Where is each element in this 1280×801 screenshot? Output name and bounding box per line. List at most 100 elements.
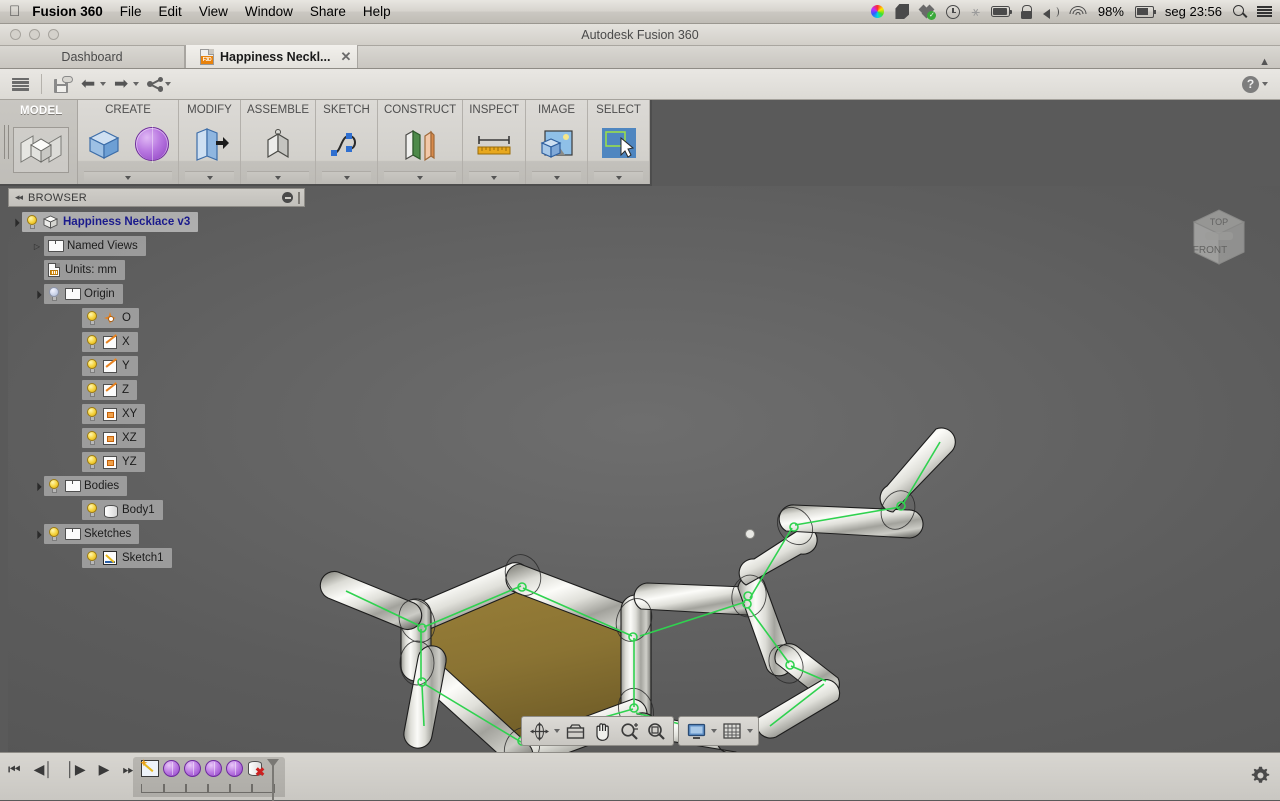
modify-panel-dropdown[interactable] bbox=[185, 171, 234, 184]
tree-item-axis-z[interactable]: Z bbox=[0, 380, 305, 400]
lock-icon[interactable] bbox=[1021, 3, 1032, 21]
apple-logo-icon[interactable]:  bbox=[9, 4, 20, 19]
visibility-bulb-icon[interactable] bbox=[48, 287, 60, 301]
menubar-item-file[interactable]: File bbox=[120, 4, 142, 19]
ribbon-grip-handle[interactable] bbox=[4, 125, 9, 159]
grid-dropdown-caret[interactable] bbox=[747, 729, 753, 733]
display-settings-icon[interactable] bbox=[684, 720, 708, 742]
menubar-app-name[interactable]: Fusion 360 bbox=[32, 4, 103, 19]
bluetooth-icon[interactable]: ⚹ bbox=[971, 3, 979, 21]
redo-arrow-icon[interactable]: ➡ bbox=[110, 75, 143, 94]
visibility-bulb-icon[interactable] bbox=[26, 215, 38, 229]
tree-item-happiness-necklace[interactable]: Happiness Necklace v3 bbox=[0, 212, 305, 232]
display-dropdown-caret[interactable] bbox=[711, 729, 717, 733]
step-back-icon[interactable]: ◀│ bbox=[34, 761, 54, 778]
visibility-bulb-icon[interactable] bbox=[86, 407, 98, 421]
tree-item-sketch1[interactable]: Sketch1 bbox=[0, 548, 305, 568]
sphere-feature-icon[interactable] bbox=[205, 760, 222, 777]
tab-happiness-necklace[interactable]: Happiness Neckl... ✕ bbox=[185, 45, 358, 68]
measure-ruler-icon[interactable] bbox=[474, 124, 514, 164]
tree-item-origin[interactable]: Origin bbox=[0, 284, 305, 304]
orbit-dropdown-caret[interactable] bbox=[554, 729, 560, 733]
tree-item-plane-yz[interactable]: YZ bbox=[0, 452, 305, 472]
sphere-feature-icon[interactable] bbox=[226, 760, 243, 777]
tree-item-plane-xy[interactable]: XY bbox=[0, 404, 305, 424]
sketch-panel-dropdown[interactable] bbox=[322, 171, 371, 184]
timemachine-icon[interactable] bbox=[946, 3, 960, 21]
sphere-feature-icon[interactable] bbox=[163, 760, 180, 777]
visibility-bulb-icon[interactable] bbox=[86, 455, 98, 469]
menubar-item-edit[interactable]: Edit bbox=[159, 4, 182, 19]
timeline-playhead[interactable] bbox=[267, 759, 279, 767]
orbit-icon[interactable] bbox=[527, 720, 551, 742]
look-at-icon[interactable] bbox=[563, 720, 587, 742]
pan-hand-icon[interactable] bbox=[590, 720, 614, 742]
delete-body-feature-icon[interactable]: ✖ bbox=[247, 760, 264, 777]
workspace-selector-model[interactable]: MODEL bbox=[0, 100, 78, 184]
menubar-item-view[interactable]: View bbox=[199, 4, 228, 19]
sphere-primitive-icon[interactable] bbox=[132, 124, 172, 164]
construct-panel-dropdown[interactable] bbox=[384, 171, 456, 184]
visibility-bulb-icon[interactable] bbox=[86, 359, 98, 373]
battery-icon[interactable] bbox=[991, 3, 1010, 21]
browser-resize-grip[interactable] bbox=[298, 192, 300, 204]
tree-item-named-views[interactable]: Named Views bbox=[0, 236, 305, 256]
sketch-feature-icon[interactable]: ✦ bbox=[141, 760, 159, 777]
spotlight-search-icon[interactable] bbox=[1233, 3, 1246, 21]
visibility-bulb-icon[interactable] bbox=[86, 551, 98, 565]
spline-curve-icon[interactable] bbox=[327, 124, 367, 164]
tree-item-body1[interactable]: Body1 bbox=[0, 500, 305, 520]
visibility-bulb-icon[interactable] bbox=[48, 479, 60, 493]
view-cube[interactable]: TOP FRONT bbox=[1180, 200, 1258, 278]
minimize-circle-icon[interactable] bbox=[282, 192, 293, 203]
offset-plane-icon[interactable] bbox=[400, 124, 440, 164]
visibility-bulb-icon[interactable] bbox=[86, 383, 98, 397]
tree-item-axis-y[interactable]: Y bbox=[0, 356, 305, 376]
chevron-up-icon[interactable]: ▲ bbox=[1259, 56, 1270, 68]
notification-center-icon[interactable] bbox=[1257, 3, 1272, 21]
tree-item-axis-x[interactable]: X bbox=[0, 332, 305, 352]
tab-dashboard[interactable]: Dashboard bbox=[0, 45, 185, 68]
save-to-cloud-icon[interactable] bbox=[50, 74, 77, 95]
visibility-bulb-icon[interactable] bbox=[86, 311, 98, 325]
power-adapter-icon[interactable] bbox=[1135, 3, 1154, 21]
expand-arrow-icon[interactable] bbox=[8, 218, 22, 227]
image-panel-dropdown[interactable] bbox=[532, 171, 581, 184]
timeline-settings-gear-icon[interactable] bbox=[1251, 766, 1270, 785]
tree-item-bodies[interactable]: Bodies bbox=[0, 476, 305, 496]
fit-view-icon[interactable] bbox=[644, 720, 668, 742]
step-forward-icon[interactable]: │▶ bbox=[66, 761, 86, 778]
tree-item-units[interactable]: Units: mm bbox=[0, 260, 305, 280]
tree-item-plane-xz[interactable]: XZ bbox=[0, 428, 305, 448]
zoom-magnifier-icon[interactable] bbox=[617, 720, 641, 742]
menubar-item-help[interactable]: Help bbox=[363, 4, 391, 19]
canvas-image-icon[interactable] bbox=[537, 124, 577, 164]
tree-item-sketches[interactable]: Sketches bbox=[0, 524, 305, 544]
visibility-bulb-icon[interactable] bbox=[86, 335, 98, 349]
color-wheel-icon[interactable] bbox=[871, 3, 884, 21]
grid-snap-icon[interactable] bbox=[720, 720, 744, 742]
evernote-icon[interactable] bbox=[895, 3, 909, 21]
visibility-bulb-icon[interactable] bbox=[86, 503, 98, 517]
select-panel-dropdown[interactable] bbox=[594, 171, 643, 184]
visibility-bulb-icon[interactable] bbox=[86, 431, 98, 445]
hamburger-menu-icon[interactable] bbox=[8, 76, 33, 93]
undo-arrow-icon[interactable]: ⬅ bbox=[77, 75, 110, 94]
share-nodes-icon[interactable] bbox=[143, 75, 175, 94]
menubar-clock[interactable]: seg 23:56 bbox=[1165, 4, 1222, 19]
double-chevron-left-icon[interactable]: ◂◂ bbox=[15, 192, 22, 203]
press-pull-icon[interactable] bbox=[190, 124, 230, 164]
box-primitive-icon[interactable] bbox=[84, 124, 124, 164]
dropbox-icon[interactable]: ✓ bbox=[920, 3, 935, 21]
tree-item-origin-point[interactable]: O bbox=[0, 308, 305, 328]
inspect-panel-dropdown[interactable] bbox=[469, 171, 519, 184]
assemble-panel-dropdown[interactable] bbox=[247, 171, 309, 184]
expand-arrow-icon[interactable] bbox=[30, 530, 44, 539]
volume-icon[interactable] bbox=[1043, 3, 1059, 21]
menubar-item-share[interactable]: Share bbox=[310, 4, 346, 19]
close-icon[interactable]: ✕ bbox=[340, 49, 351, 65]
create-panel-dropdown[interactable] bbox=[84, 171, 172, 184]
wifi-icon[interactable] bbox=[1070, 3, 1087, 21]
help-button[interactable]: ? bbox=[1242, 76, 1272, 93]
expand-arrow-icon[interactable] bbox=[30, 290, 44, 299]
